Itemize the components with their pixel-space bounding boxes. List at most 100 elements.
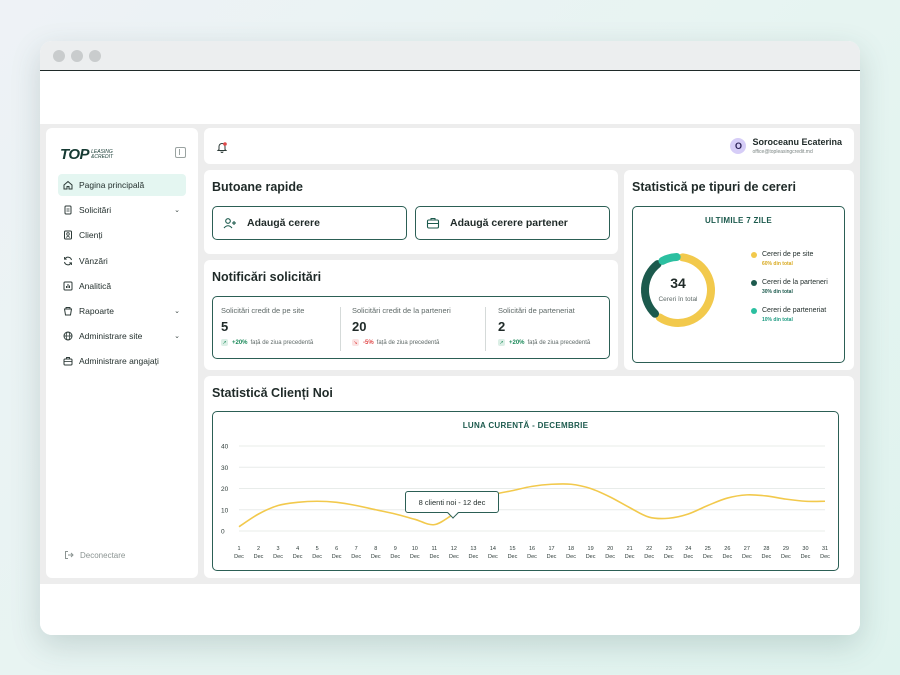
add-user-icon (223, 217, 237, 229)
sidebar-nav: Pagina principală Solicitări ⌄ Clienți V… (58, 174, 186, 376)
legend-label: Cereri de la parteneri (762, 279, 828, 286)
trend-percent: -5% (363, 339, 374, 346)
x-tick-month: Dec (351, 554, 361, 560)
notification-trend: ↘ -5% față de ziua precedentă (352, 339, 451, 346)
x-tick-day: 29 (783, 546, 789, 552)
sidebar-collapse-icon[interactable] (175, 147, 186, 158)
x-tick-day: 11 (431, 546, 437, 552)
trend-text: față de ziua precedentă (376, 339, 440, 346)
line-chart: 0 10 20 30 40 1 Dec 2 Dec 3 Dec 4 Dec 5 Dec 6 Dec 7 Dec 8 De… (221, 444, 830, 561)
file-icon (63, 205, 73, 215)
logout-button[interactable]: Deconectare (64, 550, 125, 560)
notification-trend: ↗ +20% față de ziua precedentă (498, 339, 590, 346)
refresh-icon (63, 256, 73, 266)
x-tick-day: 7 (355, 546, 358, 552)
add-request-label: Adaugă cerere (247, 217, 320, 229)
legend-percent: 60% din total (762, 261, 793, 267)
user-name: Soroceanu Ecaterina (752, 137, 842, 147)
x-tick-day: 24 (685, 546, 691, 552)
window-maximize-dot[interactable] (89, 49, 101, 62)
legend-dot (751, 307, 757, 314)
window-minimize-dot[interactable] (71, 49, 83, 62)
clients-icon (63, 230, 73, 240)
quick-actions-title: Butoane rapide (212, 180, 303, 194)
legend-item: Cereri de la parteneri 30% din total (751, 279, 828, 295)
x-tick-day: 2 (257, 546, 260, 552)
notification-label: Solicitări credit de pe site (221, 306, 305, 315)
divider (340, 307, 341, 351)
sidebar-item-sales[interactable]: Vânzări (58, 250, 186, 272)
user-menu[interactable]: O Soroceanu Ecaterina office@topleasingc… (730, 137, 842, 155)
browser-titlebar (40, 41, 860, 71)
sidebar-item-label: Clienți (79, 230, 103, 241)
request-types-panel: Statistică pe tipuri de cereri ULTIMILE … (624, 170, 854, 370)
x-tick-day: 8 (374, 546, 377, 552)
notification-card-partnership[interactable]: Solicitări de parteneriat 2 ↗ +20% față … (498, 306, 590, 346)
notifications-panel: Notificări solicitări Solicitări credit … (204, 260, 618, 370)
add-partner-request-button[interactable]: Adaugă cerere partener (415, 206, 610, 240)
x-tick-month: Dec (742, 554, 752, 560)
top-header: O Soroceanu Ecaterina office@topleasingc… (204, 128, 854, 164)
x-tick-month: Dec (410, 554, 420, 560)
notifications-title: Notificări solicitări (212, 270, 322, 284)
logo-sub-line-2: &CREDIT (91, 153, 114, 160)
x-tick-month: Dec (273, 554, 283, 560)
legend-dot (751, 279, 757, 286)
notification-card-partners[interactable]: Solicitări credit de la parteneri 20 ↘ -… (352, 306, 451, 346)
x-tick-month: Dec (683, 554, 693, 560)
user-info: Soroceanu Ecaterina office@topleasingcre… (752, 137, 842, 155)
sidebar-item-label: Administrare site (79, 331, 143, 342)
notification-value: 5 (221, 319, 229, 334)
add-request-button[interactable]: Adaugă cerere (212, 206, 407, 240)
x-tick-day: 20 (607, 546, 613, 552)
notifications-box: Solicitări credit de pe site 5 ↗ +20% fa… (212, 296, 610, 359)
sidebar-item-staff-admin[interactable]: Administrare angajați (58, 350, 186, 372)
x-tick-month: Dec (527, 554, 537, 560)
sidebar-item-home[interactable]: Pagina principală (58, 174, 186, 196)
chart-box: LUNA CURENTĂ - DECEMBRIE 0 10 20 30 40 1 Dec 2 D… (212, 411, 839, 571)
logo-main: TOP (60, 146, 90, 163)
x-tick-month: Dec (820, 554, 830, 560)
bell-icon[interactable] (216, 140, 228, 158)
sidebar-item-site-admin[interactable]: Administrare site ⌄ (58, 325, 186, 347)
new-clients-panel: Statistică Clienți Noi LUNA CURENTĂ - DE… (204, 376, 854, 578)
x-tick-month: Dec (781, 554, 791, 560)
notification-label: Solicitări credit de la parteneri (352, 306, 451, 315)
briefcase-icon (63, 356, 73, 366)
notification-card-site[interactable]: Solicitări credit de pe site 5 ↗ +20% fa… (221, 306, 313, 346)
x-tick-day: 17 (548, 546, 554, 552)
x-tick-month: Dec (312, 554, 322, 560)
sidebar-item-label: Vânzări (79, 255, 108, 266)
home-icon (63, 180, 73, 190)
x-tick-day: 30 (802, 546, 808, 552)
browser-toolbar-area (40, 71, 860, 123)
x-tick-month: Dec (488, 554, 498, 560)
x-tick-day: 14 (490, 546, 496, 552)
sidebar-item-clients[interactable]: Clienți (58, 224, 186, 246)
x-tick-day: 18 (568, 546, 574, 552)
x-tick-day: 28 (763, 546, 769, 552)
sidebar-item-requests[interactable]: Solicitări ⌄ (58, 199, 186, 221)
x-tick-day: 16 (529, 546, 535, 552)
sidebar-item-label: Solicitări (79, 205, 112, 216)
donut-legend: Cereri de pe site 60% din total Cereri d… (751, 251, 828, 335)
avatar: O (730, 138, 747, 154)
logo[interactable]: TOP LEASING &CREDIT (60, 146, 113, 163)
analytics-icon (63, 281, 73, 291)
sidebar-item-reports[interactable]: Rapoarte ⌄ (58, 300, 186, 322)
x-tick-day: 1 (237, 546, 240, 552)
logout-icon (64, 550, 74, 560)
trend-text: față de ziua precedentă (527, 339, 591, 346)
window-close-dot[interactable] (53, 49, 65, 62)
sidebar-item-analytics[interactable]: Analitică (58, 275, 186, 297)
x-tick-month: Dec (801, 554, 811, 560)
legend-percent: 10% din total (762, 317, 793, 323)
x-tick-month: Dec (234, 554, 244, 560)
trend-text: față de ziua precedentă (250, 339, 314, 346)
x-tick-month: Dec (332, 554, 342, 560)
x-tick-day: 26 (724, 546, 730, 552)
sidebar-item-label: Administrare angajați (79, 356, 159, 367)
app-area: TOP LEASING &CREDIT Pagina principală So… (40, 124, 860, 584)
x-tick-day: 31 (822, 546, 828, 552)
sidebar-item-label: Analitică (79, 280, 112, 291)
